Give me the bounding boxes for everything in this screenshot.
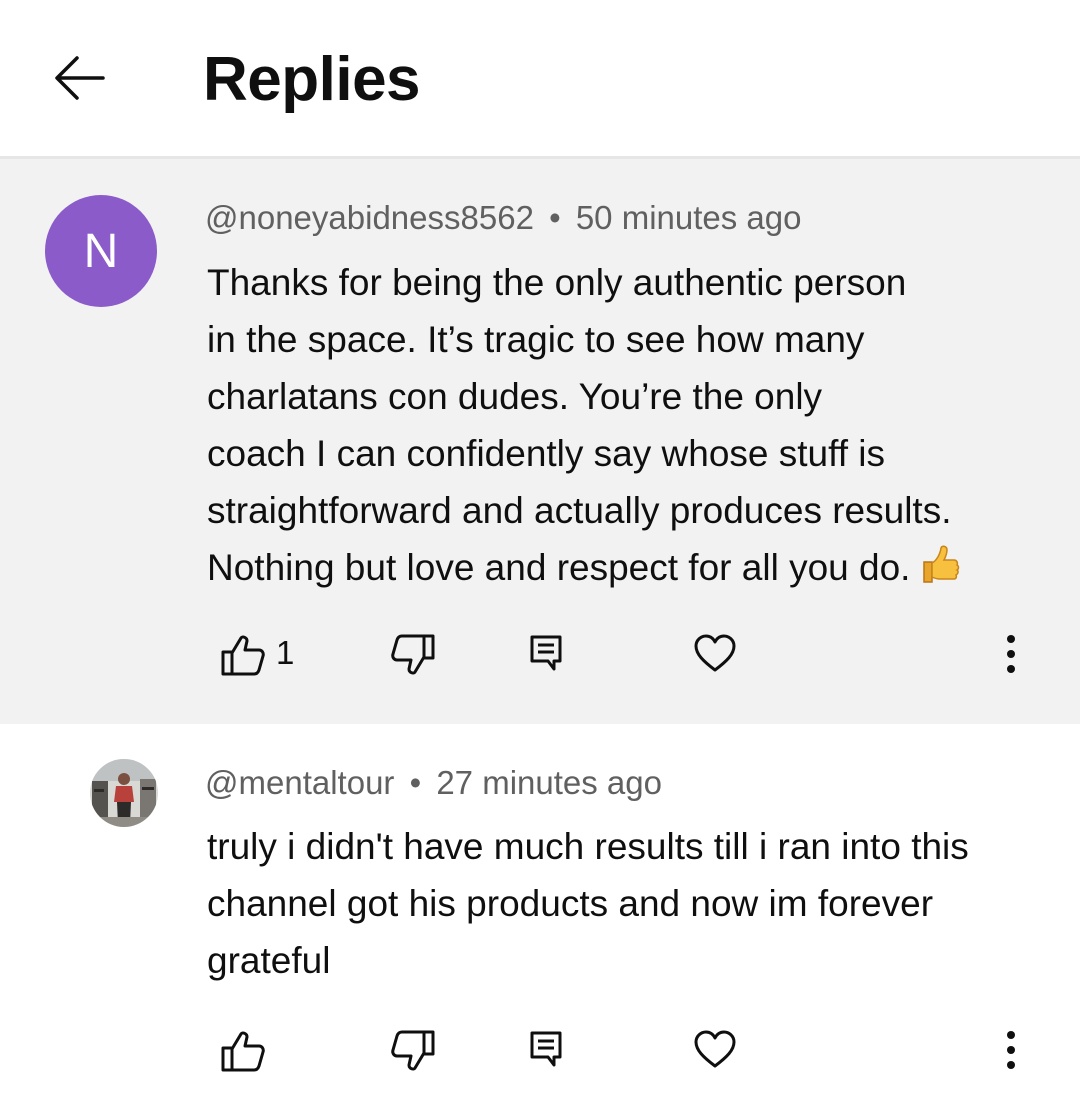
thumbs-up-emoji-icon [918,542,962,602]
meta-separator: • [549,199,561,236]
comment-actions: 1 [0,625,1080,685]
more-button[interactable] [996,631,1026,682]
avatar[interactable] [90,759,158,827]
heart-icon [694,1030,736,1068]
comment-text-line: charlatans con dudes. You’re the only [207,376,823,417]
comment-text-line: truly i didn't have much results till i … [207,826,969,867]
comment-text-line-last: Nothing but love and respect for all you… [207,539,1037,602]
comment-author[interactable]: @noneyabidness8562 [205,199,534,236]
comment-text-line: in the space. It’s tragic to see how man… [207,319,865,360]
comment-item: N @noneyabidness8562 • 50 minutes ago Th… [0,159,1080,724]
page-title: Replies [203,45,421,114]
back-button[interactable] [50,50,110,106]
comment-text-line: channel got his products and now im fore… [207,883,934,924]
more-vertical-icon [1007,1031,1015,1069]
thumbs-down-icon [391,1030,435,1071]
comment-text: Thanks for being the only authentic pers… [207,254,1037,602]
comment-text-line: grateful [207,940,331,981]
dislike-button[interactable] [390,1029,436,1078]
comment-text-line: Thanks for being the only authentic pers… [207,262,907,303]
arrow-left-icon [55,56,105,100]
comment-item: @mentaltour • 27 minutes ago truly i did… [0,724,1080,1102]
comment-actions [0,1021,1080,1081]
avatar[interactable]: N [45,195,157,307]
heart-icon [694,634,736,672]
like-button[interactable] [220,633,266,682]
comment-text-line: Nothing but love and respect for all you… [207,547,911,588]
comment-time: 27 minutes ago [436,764,662,801]
comment-meta: @noneyabidness8562 • 50 minutes ago [205,199,801,237]
comment-icon [530,635,562,671]
reply-button[interactable] [528,633,564,678]
comment-text-line: straightforward and actually produces re… [207,490,952,531]
comment-icon [530,1031,562,1067]
thumbs-up-icon [221,635,265,676]
reply-button[interactable] [528,1029,564,1074]
comment-meta: @mentaltour • 27 minutes ago [205,764,662,802]
more-vertical-icon [1007,635,1015,673]
app-header: Replies [0,0,1080,159]
heart-button[interactable] [693,1029,737,1074]
dislike-button[interactable] [390,633,436,682]
comment-author[interactable]: @mentaltour [205,764,394,801]
comment-time: 50 minutes ago [575,199,802,236]
thumbs-down-icon [391,634,435,675]
comment-text: truly i didn't have much results till i … [207,818,1037,989]
thumbs-up-icon [221,1031,265,1072]
like-button[interactable] [220,1029,266,1078]
like-count: 1 [276,634,295,671]
heart-button[interactable] [693,633,737,678]
user-photo-avatar [90,759,158,827]
avatar-letter: N [83,224,119,278]
comment-text-line: coach I can confidently say whose stuff … [207,433,886,474]
more-button[interactable] [996,1027,1026,1078]
meta-separator: • [409,764,422,801]
